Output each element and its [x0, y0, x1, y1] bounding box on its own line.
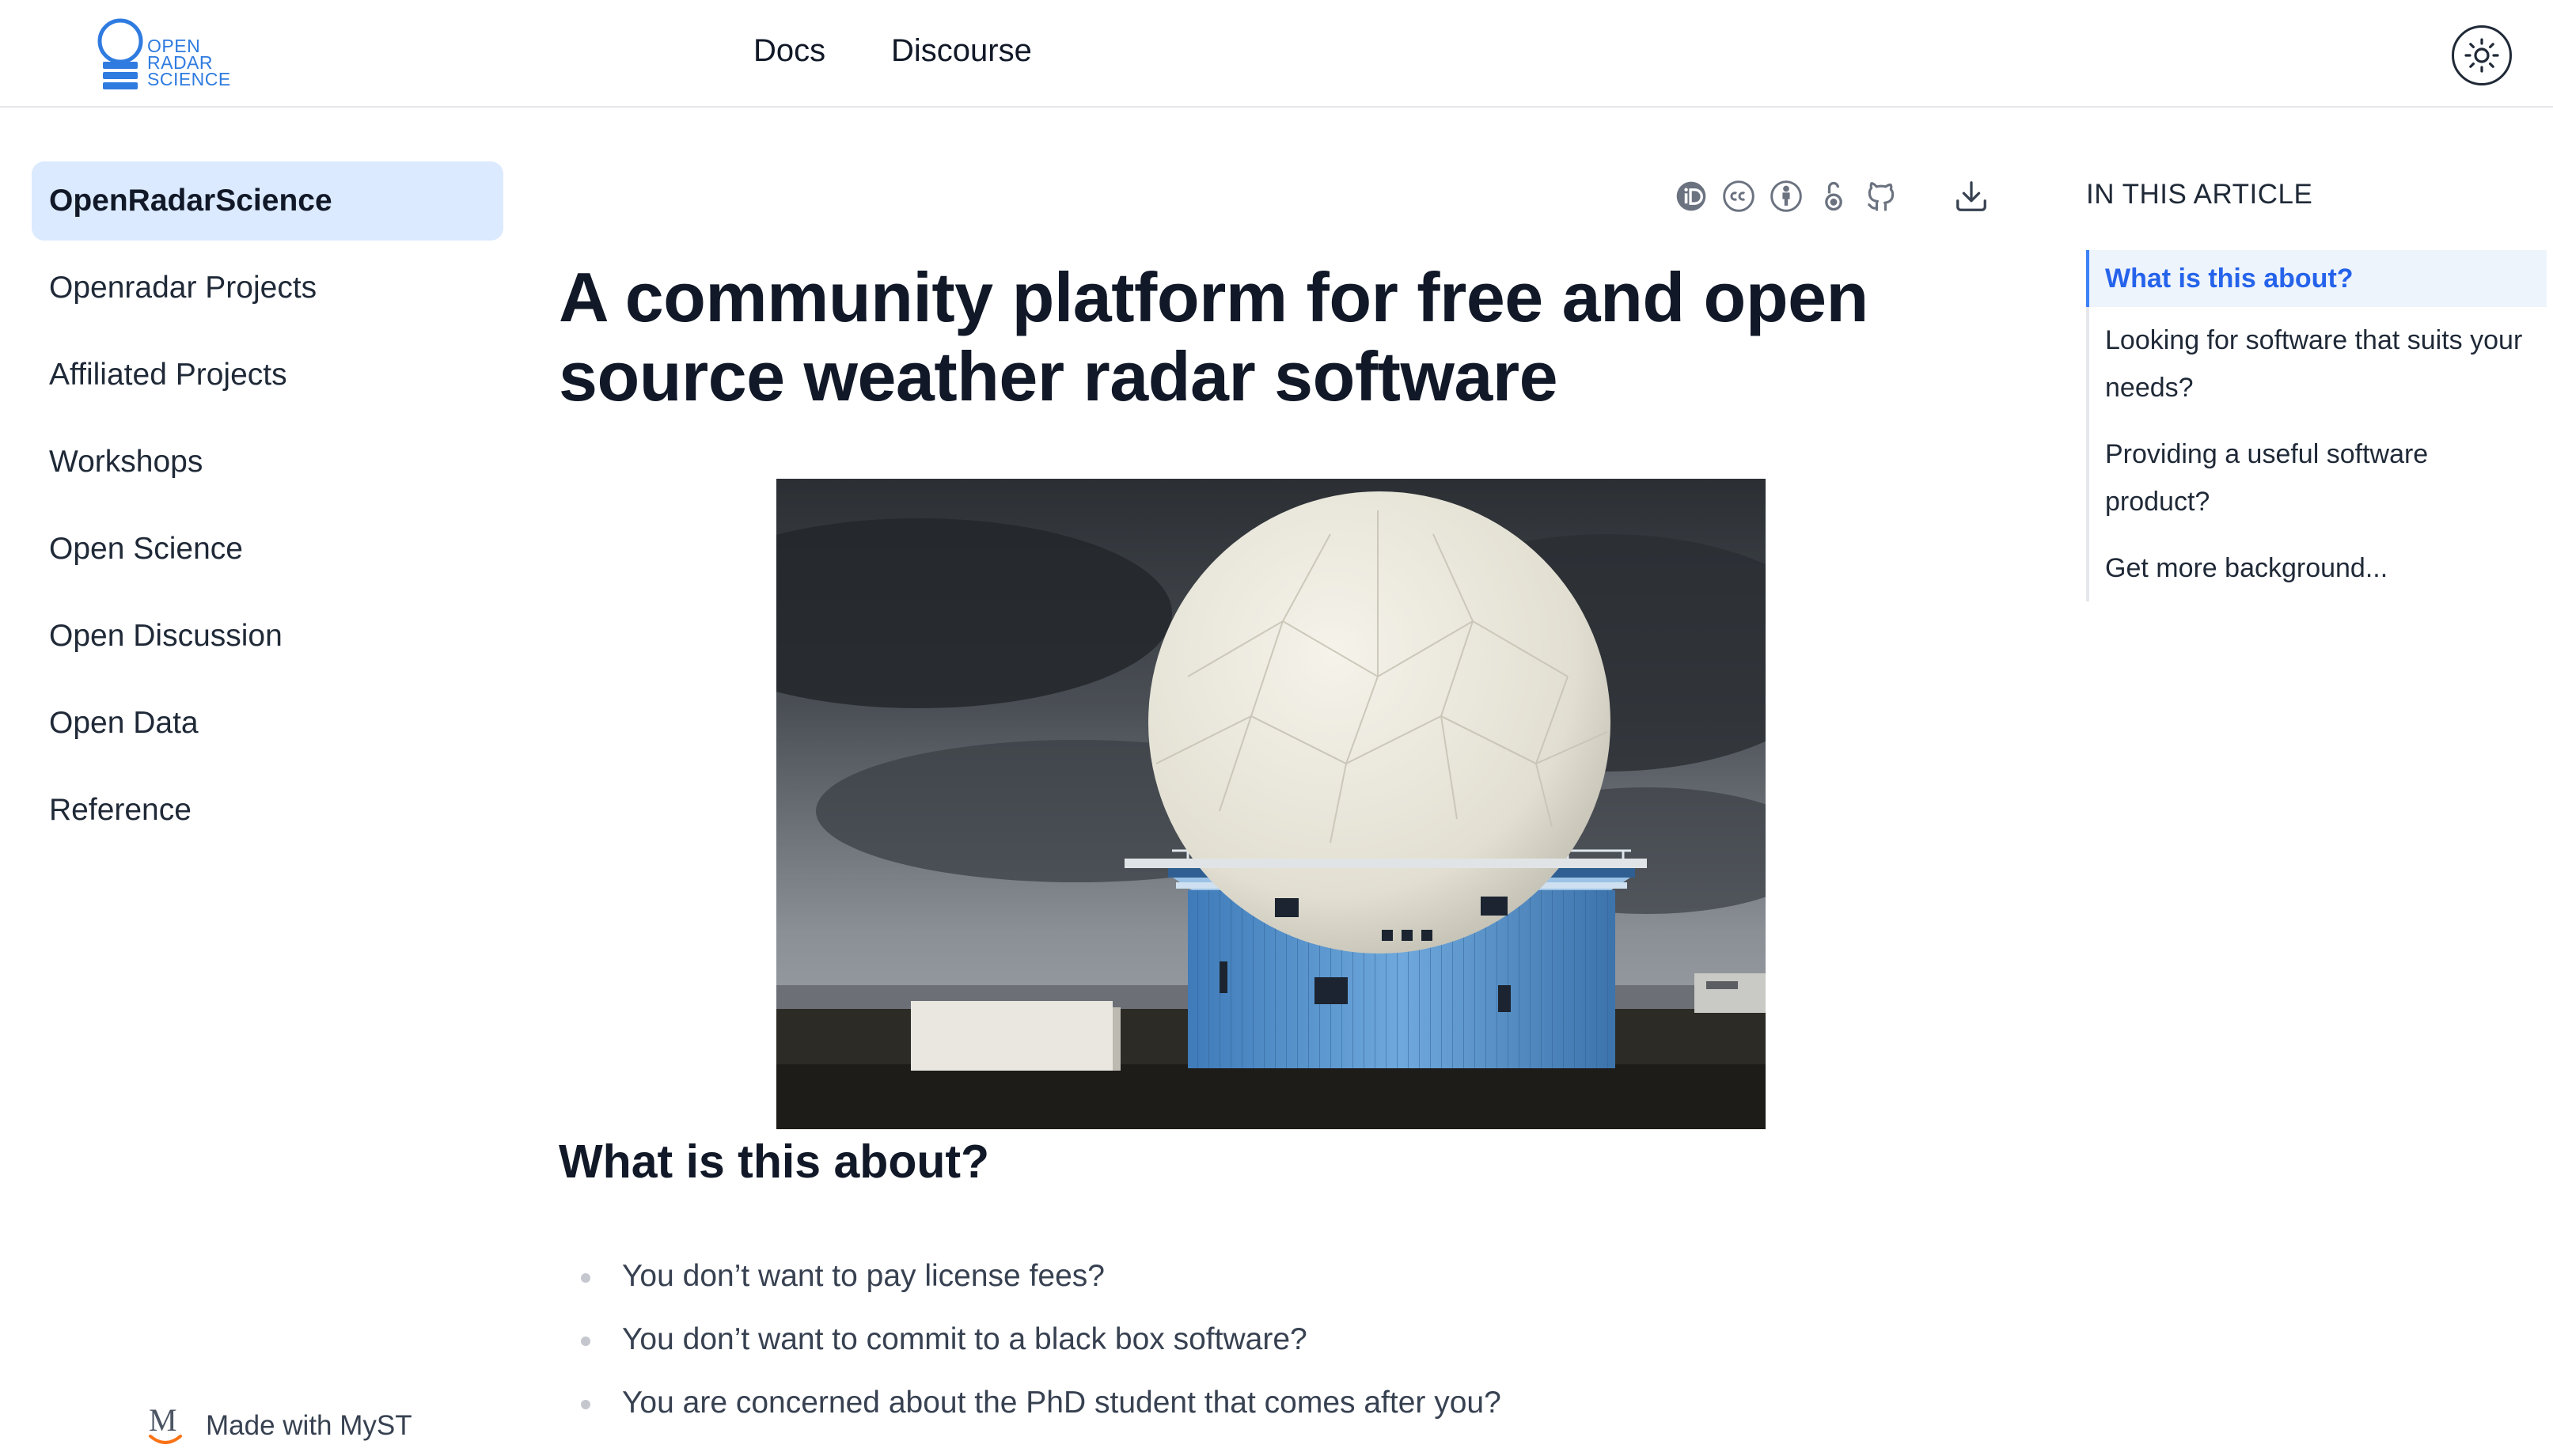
article-toolbar [1673, 176, 2001, 217]
toc-item-what-is-this-about[interactable]: What is this about? [2086, 250, 2547, 307]
toc-item-get-more-background[interactable]: Get more background... [2089, 535, 2547, 601]
toc-heading: IN THIS ARTICLE [2086, 179, 2313, 210]
logo-bulb-icon [97, 18, 143, 89]
orcid-icon[interactable] [1673, 178, 1709, 214]
toc-item-looking-for-software[interactable]: Looking for software that suits your nee… [2089, 307, 2547, 421]
hero-image-radar-dome [776, 479, 1766, 1129]
github-icon[interactable] [1863, 178, 1899, 214]
list-item: You don’t want to commit to a black box … [559, 1314, 1983, 1377]
made-with-myst-label: Made with MyST [206, 1410, 412, 1441]
nav-discourse-link[interactable]: Discourse [891, 33, 1032, 69]
open-radar-science-logo[interactable]: OPEN RADAR SCIENCE [95, 17, 245, 97]
sidebar-item-openradarscience[interactable]: OpenRadarScience [32, 161, 503, 241]
logo-wordmark: OPEN RADAR SCIENCE [147, 37, 231, 89]
cc-icon[interactable] [1720, 178, 1757, 214]
toc-item-providing-useful-software[interactable]: Providing a useful software product? [2089, 421, 2547, 535]
sun-icon [2464, 38, 2499, 73]
list-item: You are concerned about the PhD student … [559, 1377, 1983, 1440]
cc-by-icon[interactable] [1768, 178, 1804, 214]
sidebar-item-open-data[interactable]: Open Data [32, 684, 503, 763]
sidebar-item-affiliated-projects[interactable]: Affiliated Projects [32, 336, 503, 415]
top-bar: OPEN RADAR SCIENCE Docs Discourse [0, 0, 2553, 108]
page-title: A community platform for free and open s… [559, 258, 1868, 415]
left-sidebar: OpenRadarScience Openradar Projects Affi… [32, 161, 503, 858]
myst-logo-icon: M [144, 1402, 187, 1447]
sidebar-item-open-discussion[interactable]: Open Discussion [32, 597, 503, 676]
bullet-list: You don’t want to pay license fees? You … [559, 1250, 1983, 1440]
download-icon[interactable] [1953, 178, 1990, 214]
sidebar-item-openradar-projects[interactable]: Openradar Projects [32, 248, 503, 328]
theme-toggle-button[interactable] [2452, 25, 2512, 85]
radar-dome-illustration [776, 479, 1766, 1129]
myst-smile-mark [149, 1435, 182, 1444]
made-with-myst-link[interactable]: M Made with MyST [144, 1402, 412, 1450]
table-of-contents: What is this about? Looking for software… [2086, 250, 2547, 601]
nav-docs-link[interactable]: Docs [753, 33, 825, 69]
section-heading-what-is-this-about: What is this about? [559, 1136, 990, 1188]
open-access-icon[interactable] [1815, 178, 1852, 214]
sidebar-item-open-science[interactable]: Open Science [32, 510, 503, 589]
logo-line-3: SCIENCE [147, 69, 231, 89]
list-item: You don’t want to pay license fees? [559, 1250, 1983, 1314]
sidebar-item-reference[interactable]: Reference [32, 771, 503, 850]
sidebar-item-workshops[interactable]: Workshops [32, 423, 503, 502]
